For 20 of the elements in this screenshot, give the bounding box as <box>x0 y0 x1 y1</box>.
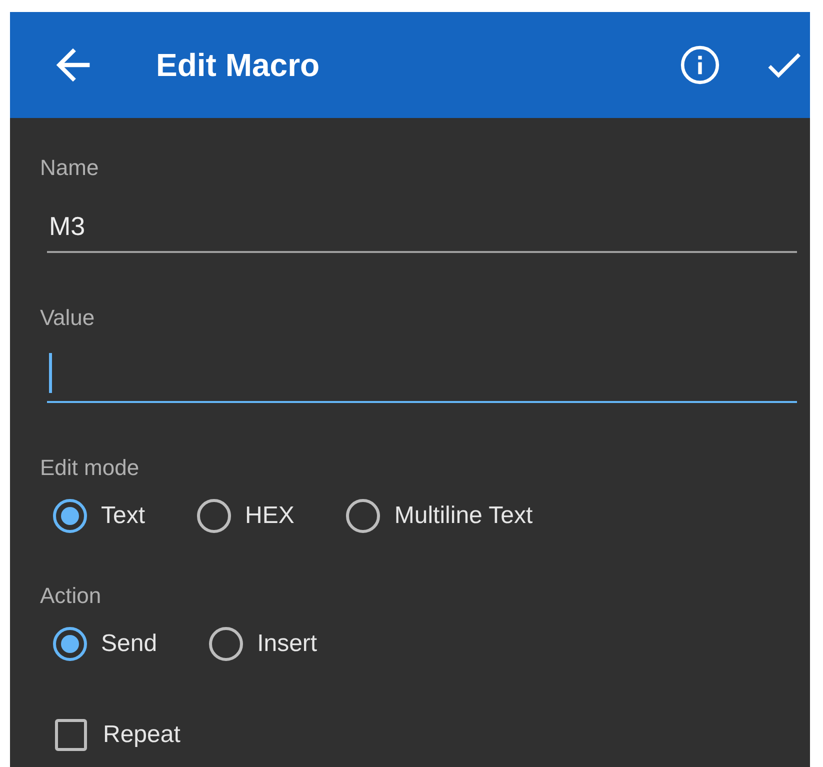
text-cursor <box>49 353 52 393</box>
field-label: Value <box>40 304 95 332</box>
radio-label[interactable]: Insert <box>257 630 318 658</box>
info-icon[interactable] <box>678 43 722 87</box>
checkbox[interactable] <box>55 719 87 751</box>
radio-label[interactable]: Text <box>101 502 146 530</box>
screen-title: Edit Macro <box>156 46 321 84</box>
group-label: Action <box>40 582 102 610</box>
radio-button[interactable] <box>197 499 232 533</box>
radio-label[interactable]: Multiline Text <box>394 502 533 530</box>
radio-label[interactable]: HEX <box>245 502 294 530</box>
radio-button[interactable] <box>209 627 244 661</box>
radio-label[interactable]: Send <box>101 630 158 658</box>
radio-button[interactable] <box>53 627 87 661</box>
name-field[interactable]: M3 <box>47 182 797 253</box>
radio-button[interactable] <box>346 499 380 533</box>
field-label: Name <box>40 154 99 182</box>
group-label: Edit mode <box>40 454 140 482</box>
checkbox-label[interactable]: Repeat <box>103 721 180 749</box>
radio-button[interactable] <box>53 499 87 533</box>
